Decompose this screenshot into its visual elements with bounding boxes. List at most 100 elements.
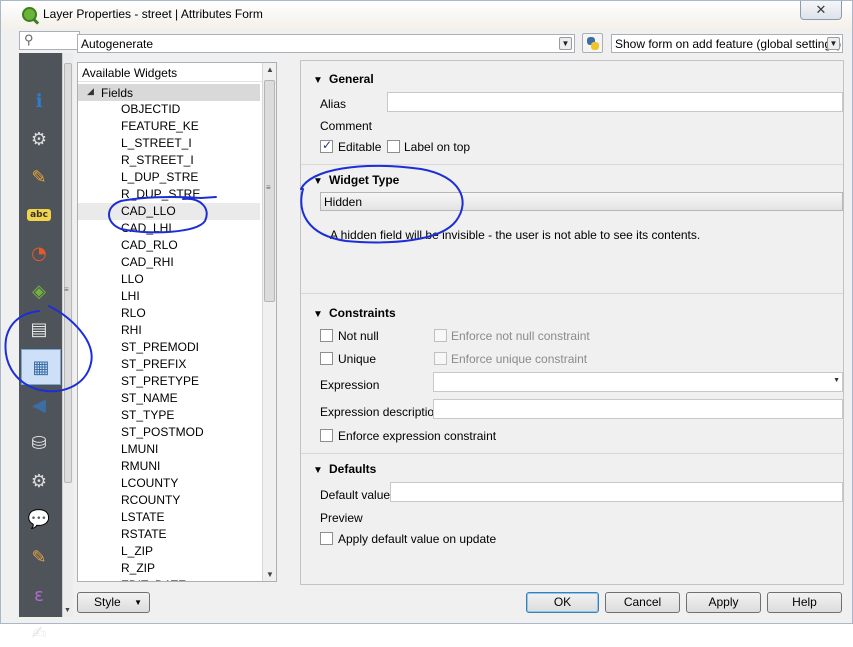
- sidebar-scrollbar[interactable]: ≡ ▼: [62, 53, 73, 617]
- python-init-button[interactable]: [582, 33, 603, 53]
- widget-type-description: A hidden field will be invisible - the u…: [330, 228, 701, 242]
- tree-item[interactable]: LHI: [78, 288, 260, 305]
- diagrams-icon[interactable]: ◔: [25, 239, 53, 267]
- tree-item[interactable]: EDIT_DATE: [78, 577, 260, 581]
- layout-select[interactable]: Autogenerate ▼: [77, 34, 575, 53]
- widget-type-value: Hidden: [324, 195, 363, 209]
- expression-field[interactable]: ▼: [433, 372, 843, 392]
- collapse-triangle-icon: ▼: [313, 176, 323, 187]
- tree-item[interactable]: R_STREET_I: [78, 152, 260, 169]
- divider: [301, 293, 843, 294]
- expand-triangle-icon[interactable]: ◢: [87, 86, 94, 97]
- widget-type-section-header[interactable]: ▼ Widget Type: [313, 173, 399, 187]
- tree-item[interactable]: RLO: [78, 305, 260, 322]
- tree-item[interactable]: RHI: [78, 322, 260, 339]
- tree-item[interactable]: RMUNI: [78, 458, 260, 475]
- field-config-panel: ▼ General Alias Comment Editable Label on…: [300, 60, 844, 585]
- tree-node-fields[interactable]: ◢ Fields: [78, 84, 260, 101]
- display-icon[interactable]: 💬: [25, 505, 53, 533]
- cancel-button[interactable]: Cancel: [605, 592, 680, 613]
- apply-on-update-label: Apply default value on update: [338, 532, 497, 546]
- defaults-section-header[interactable]: ▼ Defaults: [313, 462, 376, 476]
- variables-icon[interactable]: ε: [25, 581, 53, 609]
- alias-field[interactable]: [387, 92, 843, 112]
- tree-item[interactable]: LLO: [78, 271, 260, 288]
- tree-item[interactable]: R_ZIP: [78, 560, 260, 577]
- scroll-up-icon[interactable]: ▲: [266, 65, 274, 74]
- help-button[interactable]: Help: [767, 592, 842, 613]
- tree-node-label: Fields: [101, 86, 134, 100]
- rendering-icon[interactable]: ✎: [25, 543, 53, 571]
- auxiliary-storage-icon[interactable]: ⛁: [25, 429, 53, 457]
- enforce-not-null-checkbox[interactable]: [434, 329, 447, 342]
- tree-item[interactable]: CAD_RHI: [78, 254, 260, 271]
- editable-checkbox[interactable]: [320, 138, 333, 153]
- search-input[interactable]: ⚲: [19, 31, 80, 50]
- label-on-top-checkbox[interactable]: [387, 140, 400, 153]
- tree-item[interactable]: ST_TYPE: [78, 407, 260, 424]
- tree-item[interactable]: RCOUNTY: [78, 492, 260, 509]
- tree-item[interactable]: ST_POSTMOD: [78, 424, 260, 441]
- labels-icon[interactable]: abc: [25, 201, 53, 229]
- style-button-label: Style: [94, 595, 121, 609]
- unique-checkbox[interactable]: [320, 352, 333, 365]
- comment-label: Comment: [320, 119, 373, 133]
- general-heading: General: [329, 72, 374, 86]
- apply-on-update-checkbox[interactable]: [320, 532, 333, 545]
- tree-item[interactable]: LSTATE: [78, 509, 260, 526]
- tree-item[interactable]: RSTATE: [78, 526, 260, 543]
- tree-header: Available Widgets: [78, 63, 262, 82]
- available-widgets-tree[interactable]: Available Widgets ◢ Fields OBJECTID FEATU…: [77, 62, 277, 582]
- fields-icon[interactable]: ▤: [25, 315, 53, 343]
- tree-item[interactable]: ST_PRETYPE: [78, 373, 260, 390]
- tree-item[interactable]: LCOUNTY: [78, 475, 260, 492]
- information-icon[interactable]: ℹ: [25, 87, 53, 115]
- widget-type-select[interactable]: Hidden: [320, 192, 843, 211]
- joins-icon[interactable]: ◀: [25, 391, 53, 419]
- default-value-field[interactable]: [390, 482, 843, 502]
- source-settings-icon[interactable]: ⚙: [25, 125, 53, 153]
- chevron-down-icon[interactable]: ▼: [833, 377, 840, 384]
- tree-scrollbar[interactable]: ▲ ≡ ▼: [262, 63, 276, 581]
- actions-icon[interactable]: ⚙: [25, 467, 53, 495]
- tree-item[interactable]: L_ZIP: [78, 543, 260, 560]
- style-button[interactable]: Style ▼: [77, 592, 150, 613]
- symbology-icon[interactable]: ✎: [25, 163, 53, 191]
- constraints-section-header[interactable]: ▼ Constraints: [313, 306, 396, 320]
- tree-item[interactable]: L_DUP_STRE: [78, 169, 260, 186]
- scroll-down-icon[interactable]: ▼: [64, 607, 71, 614]
- general-section-header[interactable]: ▼ General: [313, 72, 374, 86]
- tree-item[interactable]: CAD_RLO: [78, 237, 260, 254]
- tree-item[interactable]: L_STREET_I: [78, 135, 260, 152]
- metadata-icon[interactable]: ✍: [25, 619, 53, 647]
- enforce-unique-checkbox[interactable]: [434, 352, 447, 365]
- divider: [301, 453, 843, 454]
- enforce-expression-checkbox[interactable]: [320, 429, 333, 442]
- python-icon-part: [591, 42, 599, 50]
- dialog-body: ⚲ ℹ ⚙ ✎ abc ◔ ◈ ▤ ▦ ◀ ⛁ ⚙ 💬 ✎ ε ✍ ≡ ▼ Autogenerate ▼ S…: [11, 29, 844, 644]
- apply-button[interactable]: Apply: [686, 592, 761, 613]
- ok-button[interactable]: OK: [526, 592, 599, 613]
- layout-select-value: Autogenerate: [81, 37, 154, 51]
- tree-item[interactable]: FEATURE_KE: [78, 118, 260, 135]
- collapse-triangle-icon: ▼: [313, 465, 323, 476]
- not-null-checkbox[interactable]: [320, 329, 333, 342]
- sidebar-scrollbar-thumb[interactable]: [64, 63, 72, 483]
- close-button[interactable]: ✕: [800, 1, 842, 20]
- defaults-heading: Defaults: [329, 462, 377, 476]
- tree-item[interactable]: R_DUP_STRE: [78, 186, 260, 203]
- show-form-select[interactable]: Show form on add feature (global setting…: [611, 34, 843, 53]
- tree-item[interactable]: OBJECTID: [78, 101, 260, 118]
- tree-item[interactable]: ST_PREFIX: [78, 356, 260, 373]
- tree-item[interactable]: ST_NAME: [78, 390, 260, 407]
- tree-item[interactable]: LMUNI: [78, 441, 260, 458]
- expression-description-field[interactable]: [433, 399, 843, 419]
- title-bar: Layer Properties - street | Attributes F…: [1, 1, 852, 29]
- 3d-view-icon[interactable]: ◈: [25, 277, 53, 305]
- tree-item[interactable]: CAD_LLO: [78, 203, 260, 220]
- scroll-down-icon[interactable]: ▼: [266, 570, 274, 579]
- tree-item[interactable]: ST_PREMODI: [78, 339, 260, 356]
- attributes-form-icon[interactable]: ▦: [21, 349, 61, 385]
- scroll-grip-icon: ≡: [266, 183, 271, 192]
- tree-item[interactable]: CAD_LHI: [78, 220, 260, 237]
